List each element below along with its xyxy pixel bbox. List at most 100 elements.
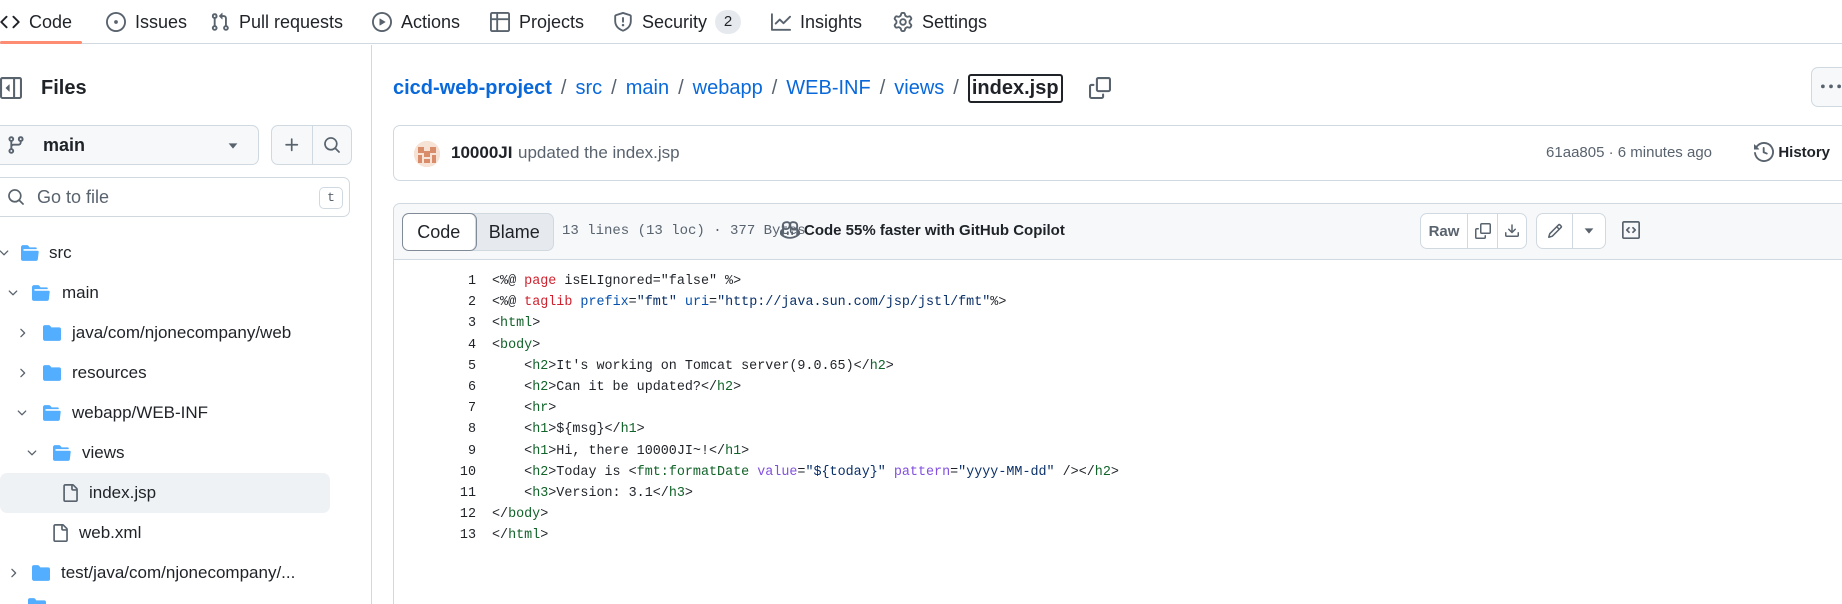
commit-meta[interactable]: 61aa805 · 6 minutes ago [1546, 144, 1712, 161]
tab-actions[interactable]: Actions [372, 0, 460, 44]
search-code-button[interactable] [311, 126, 352, 164]
line-number[interactable]: 8 [394, 419, 476, 440]
tab-issues[interactable]: Issues [106, 0, 187, 44]
tab-projects[interactable]: Projects [490, 0, 584, 44]
breadcrumb-separator: / [771, 76, 778, 99]
code-token: hr [532, 401, 549, 417]
branch-name: main [43, 134, 86, 155]
code-line: 4 <body> [394, 335, 1842, 356]
code-token: h2 [869, 358, 886, 374]
code-line: 6 <h2>Can it be updated?</h2> [394, 377, 1842, 398]
tab-settings[interactable]: Settings [893, 0, 987, 44]
code-token: /></ [1054, 464, 1095, 480]
edit-button[interactable] [1537, 214, 1572, 248]
copy-icon[interactable] [1088, 77, 1111, 99]
go-to-file-input[interactable] [37, 186, 297, 208]
breadcrumb-link-web-inf[interactable]: WEB-INF [786, 77, 870, 100]
pencil-icon [1547, 223, 1562, 239]
edit-group [1536, 213, 1606, 249]
code-token: html [500, 316, 533, 332]
tree-item-resources[interactable]: resources [0, 353, 340, 393]
tree-item-web-xml[interactable]: web.xml [0, 513, 340, 553]
tab-insights[interactable]: Insights [771, 0, 862, 44]
branch-selector[interactable]: main [0, 125, 259, 165]
tree-item-views[interactable]: views [0, 433, 340, 473]
line-number[interactable]: 11 [394, 483, 476, 504]
breadcrumb-separator: / [560, 76, 567, 99]
copilot-promo[interactable]: Code 55% faster with GitHub Copilot [780, 220, 1065, 240]
line-number[interactable]: 1 [394, 271, 476, 292]
tree-item-test[interactable]: test/java/com/njonecompany/... [0, 553, 340, 593]
folder-open-icon [43, 405, 61, 421]
code-token: < [492, 485, 533, 501]
line-number[interactable]: 6 [394, 377, 476, 398]
tree-item-main[interactable]: main [0, 273, 340, 313]
tab-security[interactable]: Security 2 [613, 0, 742, 44]
latest-commit-bar: 10000JI updated the index.jsp 61aa805 · … [393, 125, 1842, 181]
raw-copy-download-group: Raw [1420, 213, 1527, 249]
edit-options-button[interactable] [1572, 214, 1605, 248]
copy-icon [1474, 223, 1491, 239]
breadcrumb-link-views[interactable]: views [894, 77, 944, 100]
download-button[interactable] [1497, 214, 1526, 248]
code-token: >Can it be updated?</ [548, 379, 718, 395]
commit-message[interactable]: updated the index.jsp [518, 143, 680, 163]
folder-open-icon [32, 285, 50, 301]
line-number[interactable]: 10 [394, 462, 476, 483]
active-tab-indicator [0, 41, 82, 44]
code-token: <%@ [492, 295, 525, 311]
tree-item-label: index.jsp [89, 483, 157, 502]
breadcrumb-repo-link[interactable]: cicd-web-project [393, 77, 552, 100]
avatar[interactable] [414, 141, 440, 167]
line-number[interactable]: 5 [394, 356, 476, 377]
code-token: > [548, 401, 557, 417]
copy-raw-button[interactable] [1467, 214, 1497, 248]
breadcrumb-link-main[interactable]: main [626, 77, 669, 100]
file-view: cicd-web-project / src / main / webapp /… [373, 45, 1842, 604]
code-token: > [741, 443, 750, 459]
tree-item-java[interactable]: java/com/njonecompany/web [0, 313, 340, 353]
tab-code[interactable]: Code [0, 0, 72, 44]
code-token: < [492, 443, 533, 459]
commit-author[interactable]: 10000JI [451, 143, 512, 163]
code-line: 2 <%@ taglib prefix="fmt" uri="http://jav… [394, 292, 1842, 313]
chevron-down-icon [8, 290, 18, 296]
chevron-down-icon [27, 450, 37, 456]
pull-request-icon [211, 12, 229, 31]
more-options-button[interactable] [1811, 67, 1842, 107]
tab-pull-requests[interactable]: Pull requests [210, 0, 343, 44]
code-view-button[interactable]: Code [403, 214, 476, 250]
symbols-panel-button[interactable] [1616, 213, 1646, 247]
breadcrumb-link-src[interactable]: src [575, 77, 602, 100]
breadcrumb-link-webapp[interactable]: webapp [693, 77, 763, 100]
line-number[interactable]: 3 [394, 313, 476, 334]
tree-item-label: views [82, 443, 125, 462]
go-to-file-field[interactable]: t [0, 177, 350, 217]
code-line: 3 <html> [394, 313, 1842, 334]
breadcrumb: cicd-web-project / src / main / webapp /… [393, 71, 1111, 105]
line-number[interactable]: 9 [394, 441, 476, 462]
blame-view-button[interactable]: Blame [476, 214, 553, 250]
line-number[interactable]: 4 [394, 335, 476, 356]
breadcrumb-current-file: index.jsp [967, 73, 1063, 103]
tree-item-webapp[interactable]: webapp/WEB-INF [0, 393, 340, 433]
line-number[interactable]: 13 [394, 525, 476, 546]
add-file-button[interactable] [272, 126, 312, 164]
code-token: page [524, 274, 557, 289]
code-token: > [1110, 464, 1119, 480]
raw-button[interactable]: Raw [1421, 214, 1467, 248]
line-number[interactable]: 7 [394, 398, 476, 419]
history-button[interactable]: History [1754, 142, 1830, 162]
collapse-sidebar-icon[interactable] [0, 77, 22, 99]
folder-open-icon [21, 245, 39, 261]
code-token: h2 [532, 358, 549, 374]
play-icon [372, 12, 392, 32]
code-toolbar: Code Blame 13 lines (13 loc) · 377 Bytes… [394, 204, 1842, 260]
line-number[interactable]: 2 [394, 292, 476, 313]
line-number[interactable]: 12 [394, 504, 476, 525]
tree-item-index-jsp[interactable]: index.jsp [0, 473, 330, 513]
tree-item-src[interactable]: src [0, 233, 340, 273]
chevron-right-icon [20, 328, 26, 338]
history-icon [1754, 142, 1775, 162]
